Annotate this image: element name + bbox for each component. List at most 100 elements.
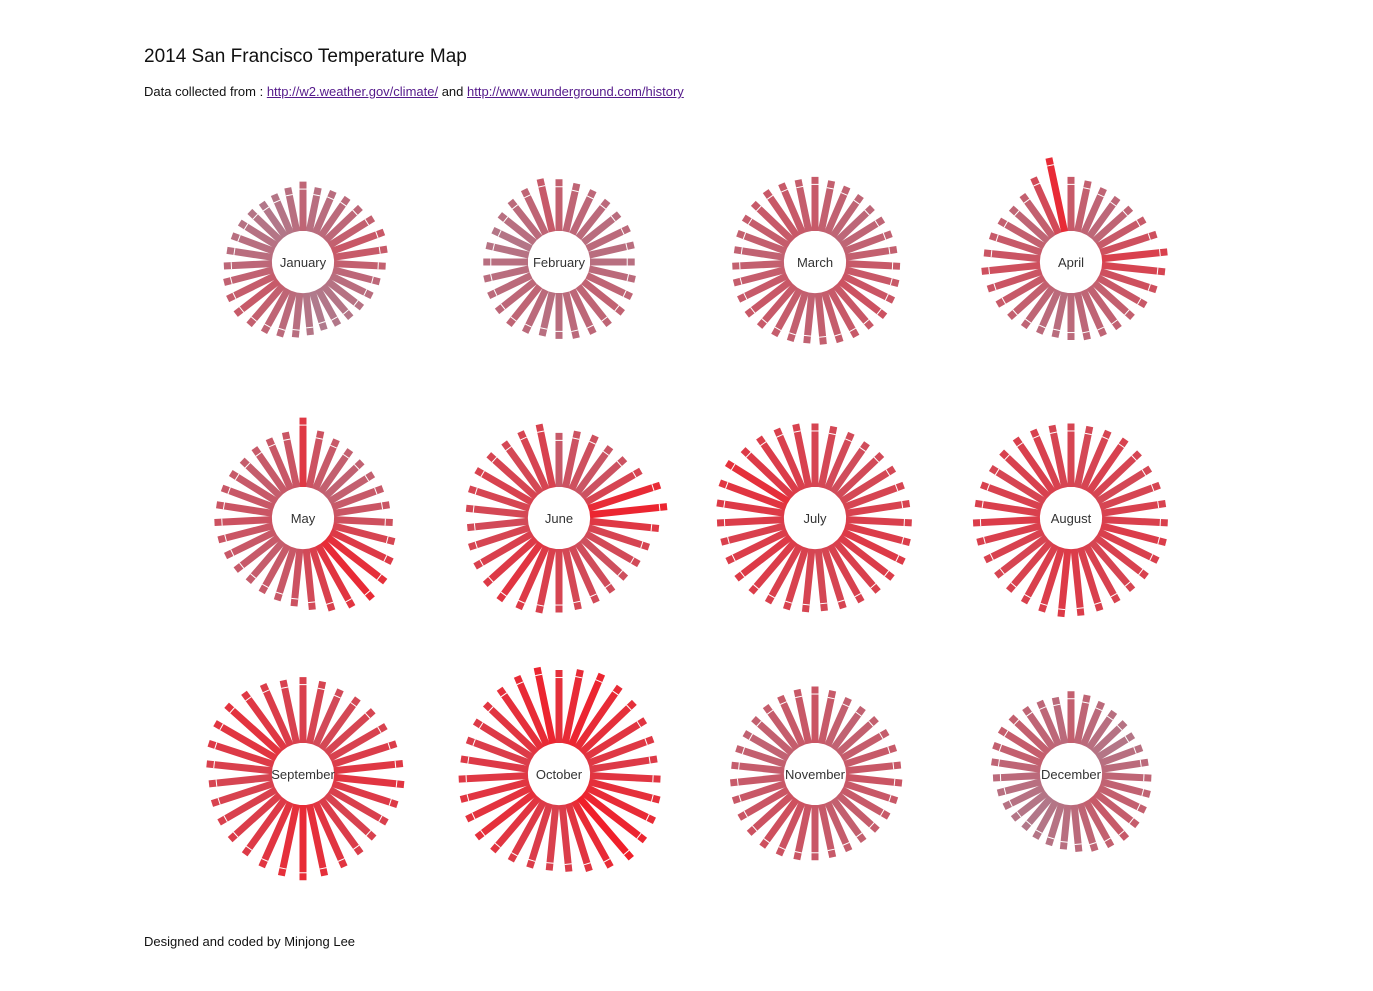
day-bar-gap — [853, 199, 860, 205]
footer-credit: Designed and coded by Minjong Lee — [144, 934, 356, 949]
day-bar-gap — [636, 721, 642, 728]
day-bar-gap — [505, 446, 512, 452]
month-label: March — [797, 255, 833, 270]
day-bar-gap — [885, 469, 891, 476]
month-chart-june: June — [465, 423, 668, 614]
day-bar-gap — [243, 223, 249, 230]
day-bar-gap — [478, 722, 484, 729]
day-bar-gap — [601, 316, 608, 322]
day-bar-gap — [1124, 581, 1131, 587]
day-bar-gap — [1003, 730, 1009, 737]
day-bar-gap — [1128, 817, 1135, 824]
day-bar-gap — [364, 474, 370, 482]
day-bar-gap — [739, 571, 745, 578]
month-chart-december: December — [990, 691, 1152, 853]
day-bar-gap — [610, 215, 616, 222]
day-bar-gap — [856, 832, 863, 838]
day-bar — [302, 292, 314, 336]
day-bar-gap — [239, 562, 245, 569]
day-bar-gap — [751, 825, 758, 832]
day-bar — [214, 516, 273, 526]
day-bar-gap — [859, 447, 866, 452]
day-bar-gap — [365, 830, 372, 836]
month-chart-march: March — [732, 176, 901, 345]
day-bar-gap — [350, 702, 357, 708]
day-bar-gap — [364, 590, 371, 596]
day-bar-gap — [1003, 221, 1009, 228]
day-bar-gap — [229, 707, 235, 714]
day-bar-gap — [1106, 715, 1114, 721]
day-bar-gap — [869, 822, 875, 829]
day-bar-gap — [879, 732, 884, 740]
day-bar — [545, 804, 560, 871]
day-bar-gap — [730, 463, 736, 471]
day-bar-gap — [864, 209, 870, 216]
month-chart-february: February — [483, 178, 636, 339]
day-bar-gap — [748, 733, 754, 741]
day-bar-gap — [1025, 820, 1032, 826]
day-bar-gap — [262, 206, 270, 212]
day-bar-gap — [874, 220, 880, 227]
day-bar-gap — [479, 559, 484, 566]
day-bar-gap — [612, 690, 619, 696]
day-bar-gap — [763, 838, 770, 844]
day-bar-gap — [766, 194, 774, 200]
day-bar-gap — [1118, 830, 1125, 836]
day-bar-gap — [855, 711, 862, 717]
day-bar-gap — [500, 591, 507, 597]
month-chart-october: October — [458, 666, 661, 872]
day-bar — [1070, 548, 1085, 616]
day-bar — [845, 260, 901, 270]
day-bar-gap — [1111, 319, 1118, 325]
day-bar-gap — [753, 584, 759, 590]
day-bar-gap — [500, 692, 508, 698]
day-bar — [801, 548, 816, 613]
day-bar-gap — [340, 201, 347, 207]
day-bar — [333, 773, 405, 789]
day-bar — [716, 516, 785, 527]
day-bar-gap — [1131, 455, 1137, 461]
day-bar — [983, 249, 1041, 263]
day-bar-gap — [884, 570, 890, 577]
day-bar-gap — [364, 218, 370, 226]
day-bar-gap — [1014, 210, 1020, 217]
day-bar-gap — [755, 205, 762, 212]
day-bar-gap — [766, 709, 774, 715]
day-bar — [845, 761, 902, 775]
day-bar-gap — [761, 318, 768, 324]
month-chart-january: January — [223, 181, 388, 338]
day-bar-gap — [1013, 719, 1020, 726]
day-bar — [465, 504, 529, 519]
day-bar-gap — [494, 842, 501, 849]
day-bar-gap — [353, 844, 360, 850]
day-bar-gap — [1138, 568, 1144, 576]
day-bar-gap — [364, 712, 371, 719]
day-bar-gap — [1010, 582, 1017, 588]
day-bar-gap — [491, 456, 498, 463]
day-bar-gap — [219, 723, 224, 731]
month-chart-july: July — [716, 423, 912, 613]
day-bar-gap — [880, 809, 885, 817]
day-bar-gap — [245, 696, 252, 702]
month-label: April — [1058, 255, 1084, 270]
day-bar-gap — [616, 460, 623, 467]
day-bar — [845, 773, 903, 787]
day-bar-gap — [342, 453, 350, 459]
day-bar-gap — [756, 720, 762, 727]
day-bar — [729, 773, 785, 787]
day-bar — [1101, 261, 1166, 276]
day-bar-gap — [632, 471, 637, 478]
day-bar-gap — [626, 704, 632, 711]
month-label: August — [1051, 511, 1092, 526]
day-bar-gap — [511, 204, 519, 210]
day-bar-gap — [352, 209, 358, 216]
day-bar-gap — [1110, 201, 1117, 207]
day-bar-gap — [602, 450, 610, 456]
day-bar — [302, 548, 316, 611]
month-label: September — [271, 767, 335, 782]
day-bar-gap — [1122, 210, 1128, 217]
day-bar — [972, 516, 1041, 527]
month-chart-august: August — [972, 423, 1168, 618]
day-bar — [290, 548, 304, 607]
day-bar — [589, 517, 660, 532]
